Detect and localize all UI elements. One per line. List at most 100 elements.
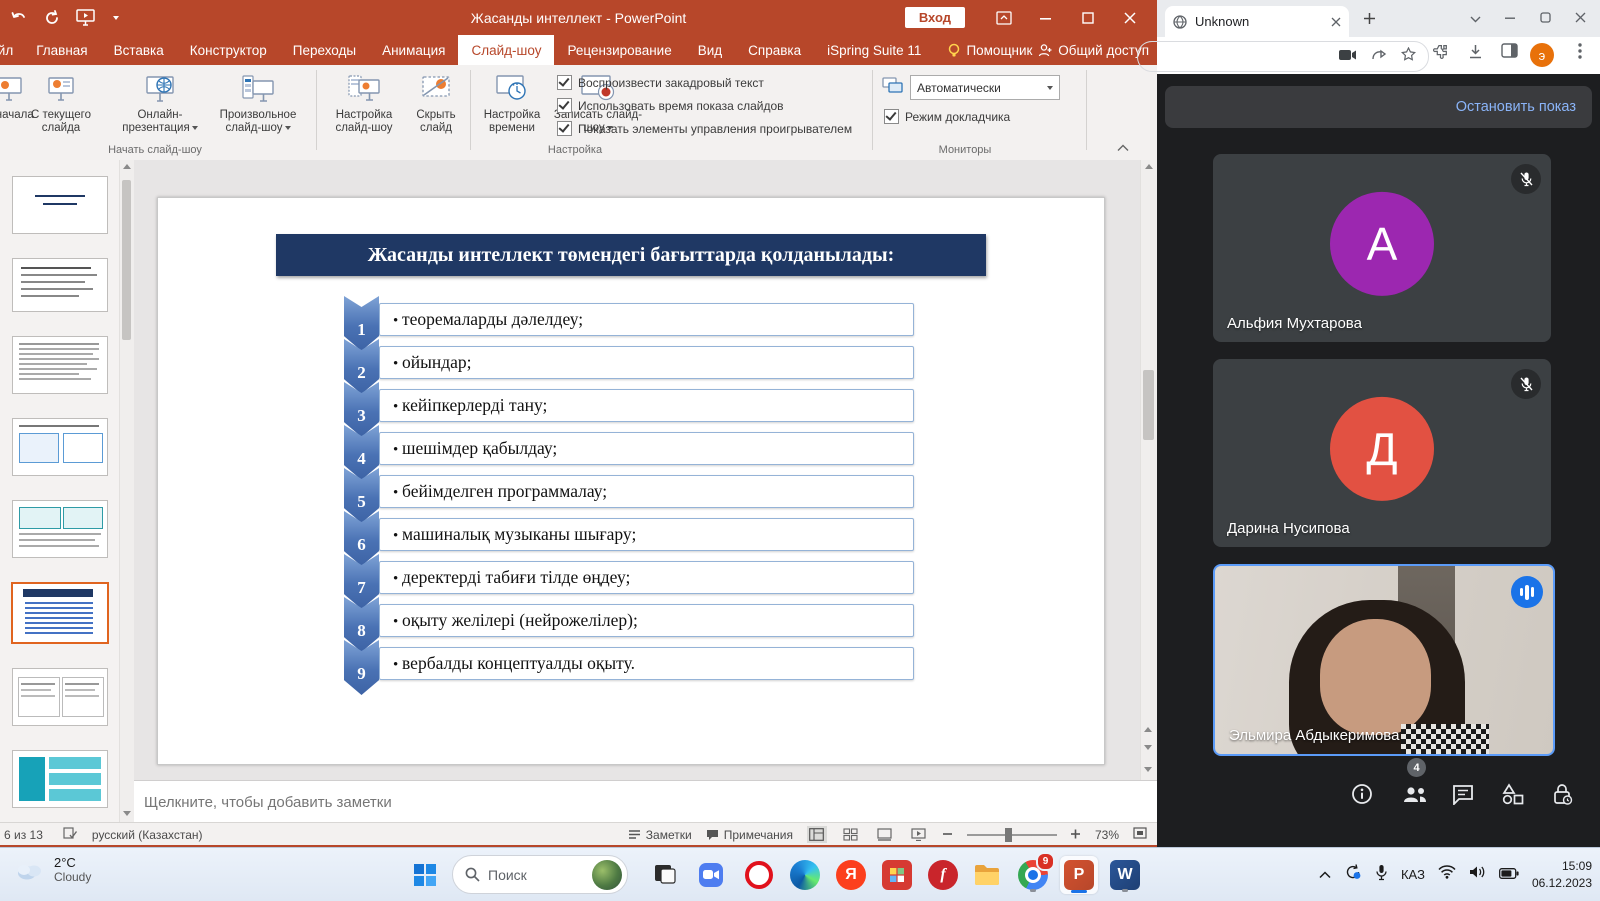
start-slideshow-icon[interactable] <box>76 9 95 26</box>
store-app-button[interactable] <box>878 856 916 894</box>
powerpoint-app-button[interactable]: P <box>1060 856 1098 894</box>
participant-tile[interactable]: А Альфия Мухтарова <box>1213 154 1551 342</box>
browser-menu-icon[interactable] <box>1578 43 1582 64</box>
zoom-slider[interactable] <box>967 834 1057 836</box>
fit-to-window-button[interactable] <box>1133 827 1147 842</box>
task-view-button[interactable] <box>646 856 684 894</box>
stop-presenting-button[interactable]: Остановить показ <box>1456 99 1592 115</box>
normal-view-button[interactable] <box>807 826 827 843</box>
notes-pane[interactable]: Щелкните, чтобы добавить заметки <box>134 780 1157 823</box>
tab-review[interactable]: Рецензирование <box>554 35 684 65</box>
tab-file[interactable]: Файл <box>0 35 23 65</box>
tab-home[interactable]: Главная <box>23 35 100 65</box>
slide-thumbnail-3[interactable] <box>12 336 108 394</box>
chat-app-button[interactable] <box>692 856 730 894</box>
setup-slideshow-button[interactable]: Настройка слайд-шоу <box>322 69 406 135</box>
profile-avatar[interactable]: э <box>1530 43 1554 67</box>
scroll-up-icon[interactable] <box>1145 164 1153 169</box>
zoom-out-button[interactable] <box>943 828 953 842</box>
start-button[interactable] <box>406 856 444 894</box>
address-bar[interactable] <box>1137 41 1429 72</box>
slide-sorter-view-button[interactable] <box>841 826 861 843</box>
slide-scrollbar[interactable] <box>1140 160 1157 780</box>
keyboard-language[interactable]: КАЗ <box>1401 867 1425 882</box>
close-button[interactable] <box>1575 10 1586 28</box>
custom-slideshow-button[interactable]: Произвольное слайд-шоу <box>208 69 308 135</box>
tab-animations[interactable]: Анимация <box>369 35 458 65</box>
clock[interactable]: 15:09 06.12.2023 <box>1532 858 1592 890</box>
search-box[interactable]: Поиск <box>452 855 628 894</box>
sign-in-button[interactable]: Вход <box>905 7 965 28</box>
slide-thumbnail-2[interactable] <box>12 258 108 312</box>
battery-icon[interactable] <box>1499 866 1519 884</box>
tray-overflow-chevron-icon[interactable] <box>1319 866 1331 884</box>
notes-toggle[interactable]: Заметки <box>628 828 692 842</box>
slide-thumbnail-4[interactable] <box>12 418 108 476</box>
extensions-puzzle-icon[interactable] <box>1433 43 1450 65</box>
download-icon[interactable] <box>1467 43 1484 65</box>
host-controls-button[interactable] <box>1545 776 1581 812</box>
share-button[interactable]: Общий доступ <box>1038 35 1149 65</box>
sync-icon[interactable] <box>1344 863 1362 886</box>
zoom-level[interactable]: 73% <box>1095 828 1119 842</box>
chrome-browser-button[interactable]: 9 <box>1014 856 1052 894</box>
reading-view-button[interactable] <box>875 826 895 843</box>
present-online-button[interactable]: Онлайн-презентация <box>112 69 208 135</box>
checkbox-presenter-view[interactable]: Режим докладчика <box>884 109 1010 124</box>
show-everyone-button[interactable] <box>1397 776 1433 812</box>
microphone-icon[interactable] <box>1375 864 1388 886</box>
spellcheck-icon[interactable] <box>63 826 78 843</box>
slide-thumbnail-1[interactable] <box>12 176 108 234</box>
tab-help[interactable]: Справка <box>735 35 814 65</box>
undo-icon[interactable] <box>10 10 28 26</box>
tab-design[interactable]: Конструктор <box>177 35 280 65</box>
hide-slide-button[interactable]: Скрыть слайд <box>404 69 468 135</box>
ribbon-display-options-icon[interactable] <box>987 4 1021 32</box>
previous-slide-icon[interactable] <box>1144 727 1152 732</box>
slide-thumbnail-5[interactable] <box>12 500 108 558</box>
language-indicator[interactable]: русский (Казахстан) <box>92 828 203 842</box>
slide-thumbnail-7[interactable] <box>12 668 108 726</box>
tab-view[interactable]: Вид <box>685 35 735 65</box>
zoom-in-button[interactable] <box>1071 828 1081 842</box>
meeting-details-button[interactable] <box>1344 776 1380 812</box>
scrollbar-thumb[interactable] <box>1143 370 1154 440</box>
slideshow-view-button[interactable] <box>909 826 929 843</box>
maximize-button[interactable] <box>1540 10 1551 28</box>
yandex-browser-button[interactable]: Я <box>832 856 870 894</box>
comments-toggle[interactable]: Примечания <box>706 828 793 842</box>
checkbox-use-timings[interactable]: Использовать время показа слайдов <box>557 98 784 113</box>
minimize-button[interactable] <box>1505 10 1516 28</box>
slide-thumbnail-8[interactable] <box>12 750 108 808</box>
tab-search-icon[interactable] <box>1470 10 1481 28</box>
flash-app-button[interactable]: f <box>924 856 962 894</box>
scroll-down-icon[interactable] <box>1144 767 1152 772</box>
participant-tile[interactable]: Д Дарина Нусипова <box>1213 359 1551 547</box>
volume-icon[interactable] <box>1469 865 1486 884</box>
next-slide-icon[interactable] <box>1144 745 1152 750</box>
scroll-down-icon[interactable] <box>123 811 131 816</box>
search-highlight-image[interactable] <box>592 860 622 890</box>
zoom-slider-thumb[interactable] <box>1005 828 1012 842</box>
maximize-button[interactable] <box>1071 4 1105 32</box>
collapse-ribbon-icon[interactable] <box>1117 139 1129 157</box>
side-panel-icon[interactable] <box>1501 43 1518 63</box>
activities-button[interactable] <box>1495 776 1531 812</box>
browser-tab[interactable]: Unknown <box>1165 6 1349 37</box>
tab-slideshow[interactable]: Слайд-шоу <box>458 35 554 65</box>
slide-canvas[interactable]: Жасанды интеллект төмендегі бағыттарда қ… <box>157 197 1105 765</box>
weather-widget[interactable]: 2°C Cloudy <box>14 855 91 884</box>
tab-insert[interactable]: Вставка <box>101 35 177 65</box>
tab-assistant[interactable]: Помощник <box>934 35 1045 65</box>
tab-ispring[interactable]: iSpring Suite 11 <box>814 35 934 65</box>
redo-icon[interactable] <box>44 10 60 26</box>
tab-capture-icon[interactable] <box>1339 48 1357 66</box>
rehearse-timings-button[interactable]: Настройка времени <box>472 69 552 135</box>
monitor-dropdown[interactable]: Автоматически <box>910 75 1060 100</box>
from-current-slide-button[interactable]: С текущего слайда <box>18 69 104 135</box>
opera-browser-button[interactable] <box>740 856 778 894</box>
scrollbar-thumb[interactable] <box>122 180 131 340</box>
thumbnail-scrollbar[interactable] <box>119 160 134 822</box>
participant-tile-video[interactable]: Эльмира Абдыкеримова <box>1213 564 1555 756</box>
tab-transitions[interactable]: Переходы <box>280 35 369 65</box>
